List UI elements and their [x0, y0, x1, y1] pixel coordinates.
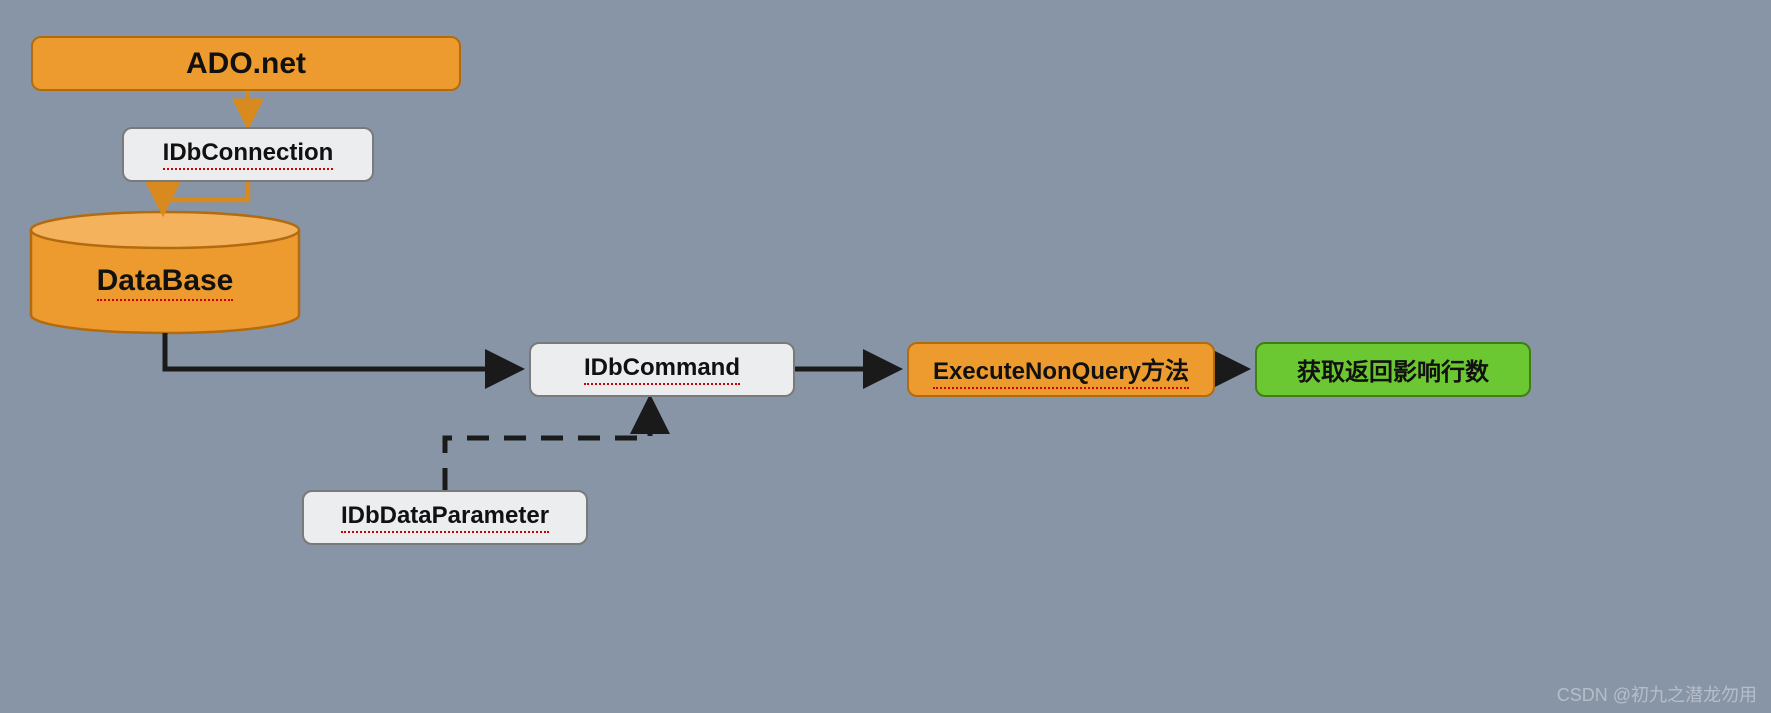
execute-nonquery-node: ExecuteNonQuery方法 [907, 342, 1215, 397]
result-label: 获取返回影响行数 [1297, 352, 1489, 387]
arrow-connection-to-database [163, 180, 248, 210]
idb-data-parameter-label: IDbDataParameter [341, 502, 549, 533]
ado-net-node: ADO.net [31, 36, 461, 91]
database-label: DataBase [97, 264, 234, 301]
idb-command-node: IDbCommand [529, 342, 795, 397]
arrow-parameter-to-command [445, 402, 650, 490]
arrow-database-to-command [165, 333, 517, 369]
execute-nonquery-label: ExecuteNonQuery方法 [933, 351, 1189, 389]
database-label-container: DataBase [31, 252, 299, 312]
ado-net-label: ADO.net [186, 47, 306, 81]
idb-command-label: IDbCommand [584, 354, 740, 385]
idb-connection-node: IDbConnection [122, 127, 374, 182]
result-node: 获取返回影响行数 [1255, 342, 1531, 397]
idb-data-parameter-node: IDbDataParameter [302, 490, 588, 545]
idb-connection-label: IDbConnection [163, 139, 334, 170]
watermark-text: CSDN @初九之潜龙勿用 [1557, 681, 1757, 707]
